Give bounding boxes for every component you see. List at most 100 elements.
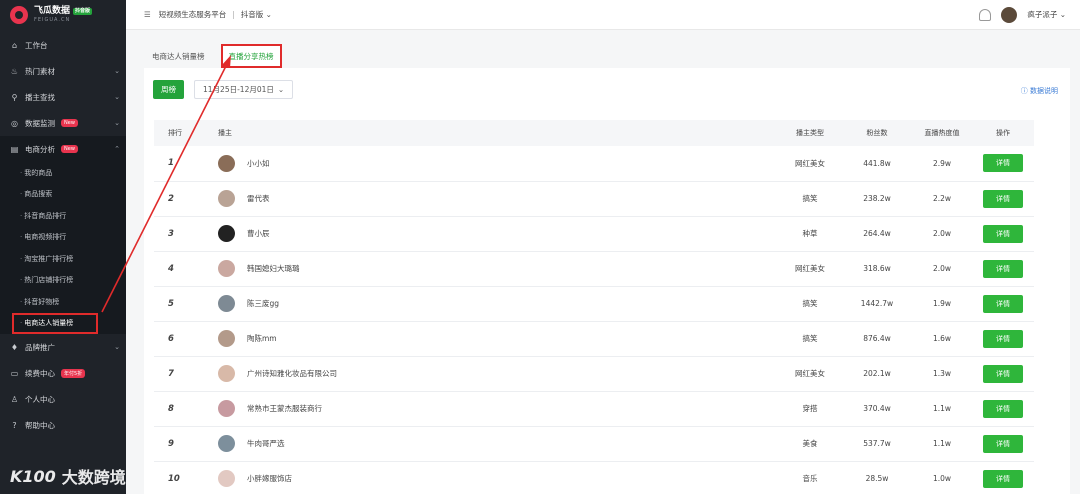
tab-bar: 电商达人销量榜 直播分享热榜 <box>146 44 282 68</box>
anchor-name[interactable]: 广州诗知雅化妆品有限公司 <box>247 368 337 379</box>
detail-button[interactable]: 详情 <box>983 364 1023 383</box>
sidebar-nav: ⌂ 工作台 ♨ 热门素材 ⌄ ⚲ 播主查找 ⌄ ◎ 数据监测 New ⌄ ▤ 电… <box>0 32 126 438</box>
sidebar-item-profile[interactable]: ♙ 个人中心 <box>0 386 126 412</box>
anchor-name[interactable]: 小小如 <box>247 158 270 169</box>
header-fans: 粉丝数 <box>866 129 888 137</box>
card-icon: ▭ <box>10 368 19 378</box>
anchor-avatar[interactable] <box>218 400 235 417</box>
username-menu[interactable]: 疯子派子 ⌄ <box>1027 9 1066 20</box>
type-cell: 种草 <box>802 229 818 238</box>
anchor-name[interactable]: 曹小辰 <box>247 228 270 239</box>
anchor-avatar[interactable] <box>218 190 235 207</box>
sidebar-item-data-monitor[interactable]: ◎ 数据监测 New ⌄ <box>0 110 126 136</box>
submenu-product-search[interactable]: 商品搜索 <box>0 184 126 206</box>
anchor-cell: 小胖嫁服饰店 <box>218 461 778 494</box>
sidebar-item-renewal[interactable]: ▭ 续费中心 年付5折 <box>0 360 126 386</box>
heat-cell: 2.2w <box>932 194 952 203</box>
sidebar-item-brand-promo[interactable]: ♦ 品牌推广 ⌄ <box>0 334 126 360</box>
avatar[interactable] <box>1001 6 1018 23</box>
sidebar-item-ecommerce-analysis[interactable]: ▤ 电商分析 New ⌃ <box>0 136 126 162</box>
detail-button[interactable]: 详情 <box>983 224 1023 243</box>
sidebar-item-label: 电商分析 <box>25 144 55 154</box>
headset-icon[interactable] <box>979 8 992 21</box>
submenu-douyin-product-rank[interactable]: 抖音商品排行 <box>0 205 126 227</box>
anchor-avatar[interactable] <box>218 330 235 347</box>
anchor-avatar[interactable] <box>218 295 235 312</box>
submenu-hot-shop-rank[interactable]: 热门店铺排行榜 <box>0 270 126 292</box>
version-switch[interactable]: 抖音版 ⌄ <box>241 9 272 20</box>
anchor-cell: 广州诗知雅化妆品有限公司 <box>218 356 778 391</box>
detail-button[interactable]: 详情 <box>983 329 1023 348</box>
anchor-avatar[interactable] <box>218 154 235 172</box>
type-cell: 搞笑 <box>802 334 818 343</box>
tab-live-share-hot[interactable]: 直播分享热榜 <box>220 44 282 68</box>
sidebar-item-label: 数据监测 <box>25 118 55 128</box>
detail-button[interactable]: 详情 <box>983 469 1023 488</box>
header-rank: 排行 <box>168 129 182 137</box>
sidebar-submenu: 我的商品 商品搜索 抖音商品排行 电商视频排行 淘宝推广排行榜 热门店铺排行榜 … <box>0 162 126 334</box>
action-cell: 详情 <box>972 251 1034 286</box>
type-cell: 穿搭 <box>802 404 818 413</box>
topbar: ☰ 短视频生态服务平台 | 抖音版 ⌄ 疯子派子 ⌄ <box>126 0 1080 30</box>
heat-cell: 2.9w <box>932 158 952 168</box>
anchor-name[interactable]: 陈三废gg <box>247 298 279 309</box>
ranking-panel: 周榜 11月25日-12月01日 ⌄ ⓘ 数据说明 排行 播主 播主类型 粉丝数… <box>144 68 1070 494</box>
anchor-avatar[interactable] <box>218 260 235 277</box>
sidebar-item-hot-material[interactable]: ♨ 热门素材 ⌄ <box>0 58 126 84</box>
week-button[interactable]: 周榜 <box>153 80 184 99</box>
action-cell: 详情 <box>972 216 1034 251</box>
anchor-name[interactable]: 韩国媳妇大璐璐 <box>247 263 300 274</box>
new-badge: New <box>61 145 78 153</box>
logo-subtitle: FEIGUA.CN <box>34 17 71 23</box>
fans-cell: 238.2w <box>863 194 891 203</box>
detail-button[interactable]: 详情 <box>983 294 1023 313</box>
type-cell: 网红美女 <box>795 369 825 378</box>
type-cell: 网红美女 <box>795 264 825 273</box>
rank-cell: 7 <box>168 368 174 379</box>
rank-cell: 3 <box>168 228 174 239</box>
submenu-influencer-sales-rank[interactable]: 电商达人销量榜 <box>12 312 98 334</box>
sidebar-item-help[interactable]: ? 帮助中心 <box>0 412 126 438</box>
anchor-avatar[interactable] <box>218 435 235 452</box>
rank-cell: 10 <box>168 473 180 484</box>
date-range-select[interactable]: 11月25日-12月01日 ⌄ <box>194 80 294 99</box>
anchor-name[interactable]: 雷代表 <box>247 193 270 204</box>
anchor-name[interactable]: 陶陈mm <box>247 333 277 344</box>
anchor-name[interactable]: 小胖嫁服饰店 <box>247 473 292 484</box>
table-row: 2 雷代表 搞笑 238.2w 2.2w 详情 <box>154 181 1034 216</box>
logo[interactable]: 飞瓜数据 抖音版 FEIGUA.CN <box>0 0 126 30</box>
anchor-cell: 雷代表 <box>218 181 778 216</box>
type-cell: 音乐 <box>802 474 818 483</box>
action-cell: 详情 <box>972 286 1034 321</box>
detail-button[interactable]: 详情 <box>983 259 1023 278</box>
submenu-taobao-promo-rank[interactable]: 淘宝推广排行榜 <box>0 248 126 270</box>
detail-button[interactable]: 详情 <box>983 189 1023 208</box>
detail-button[interactable]: 详情 <box>983 434 1023 453</box>
data-help-link[interactable]: ⓘ 数据说明 <box>1021 86 1058 96</box>
tab-influencer-sales[interactable]: 电商达人销量榜 <box>146 44 211 68</box>
watermark: K100 大数跨境 <box>10 464 126 488</box>
header-action: 操作 <box>996 129 1010 137</box>
submenu-ecommerce-video-rank[interactable]: 电商视频排行 <box>0 227 126 249</box>
anchor-avatar[interactable] <box>218 365 235 382</box>
anchor-name[interactable]: 常熟市王蒙杰服装商行 <box>247 403 322 414</box>
action-cell: 详情 <box>972 461 1034 494</box>
heat-cell: 2.0w <box>932 264 952 273</box>
sidebar-item-label: 播主查找 <box>25 92 55 102</box>
detail-button[interactable]: 详情 <box>983 399 1023 418</box>
help-icon: ? <box>12 420 17 430</box>
sidebar-item-workbench[interactable]: ⌂ 工作台 <box>0 32 126 58</box>
fans-cell: 370.4w <box>863 404 891 413</box>
anchor-avatar[interactable] <box>218 470 235 487</box>
sidebar-item-find-anchor[interactable]: ⚲ 播主查找 ⌄ <box>0 84 126 110</box>
submenu-my-products[interactable]: 我的商品 <box>0 162 126 184</box>
anchor-cell: 陈三废gg <box>218 286 778 321</box>
menu-icon[interactable]: ☰ <box>144 10 151 19</box>
anchor-name[interactable]: 牛肉哥严选 <box>247 438 285 449</box>
submenu-douyin-goods-list[interactable]: 抖音好物榜 <box>0 291 126 313</box>
anchor-cell: 常熟市王蒙杰服装商行 <box>218 391 778 426</box>
anchor-avatar[interactable] <box>218 225 235 242</box>
fans-cell: 537.7w <box>863 439 891 448</box>
heat-cell: 2.0w <box>932 229 952 238</box>
detail-button[interactable]: 详情 <box>983 154 1023 173</box>
